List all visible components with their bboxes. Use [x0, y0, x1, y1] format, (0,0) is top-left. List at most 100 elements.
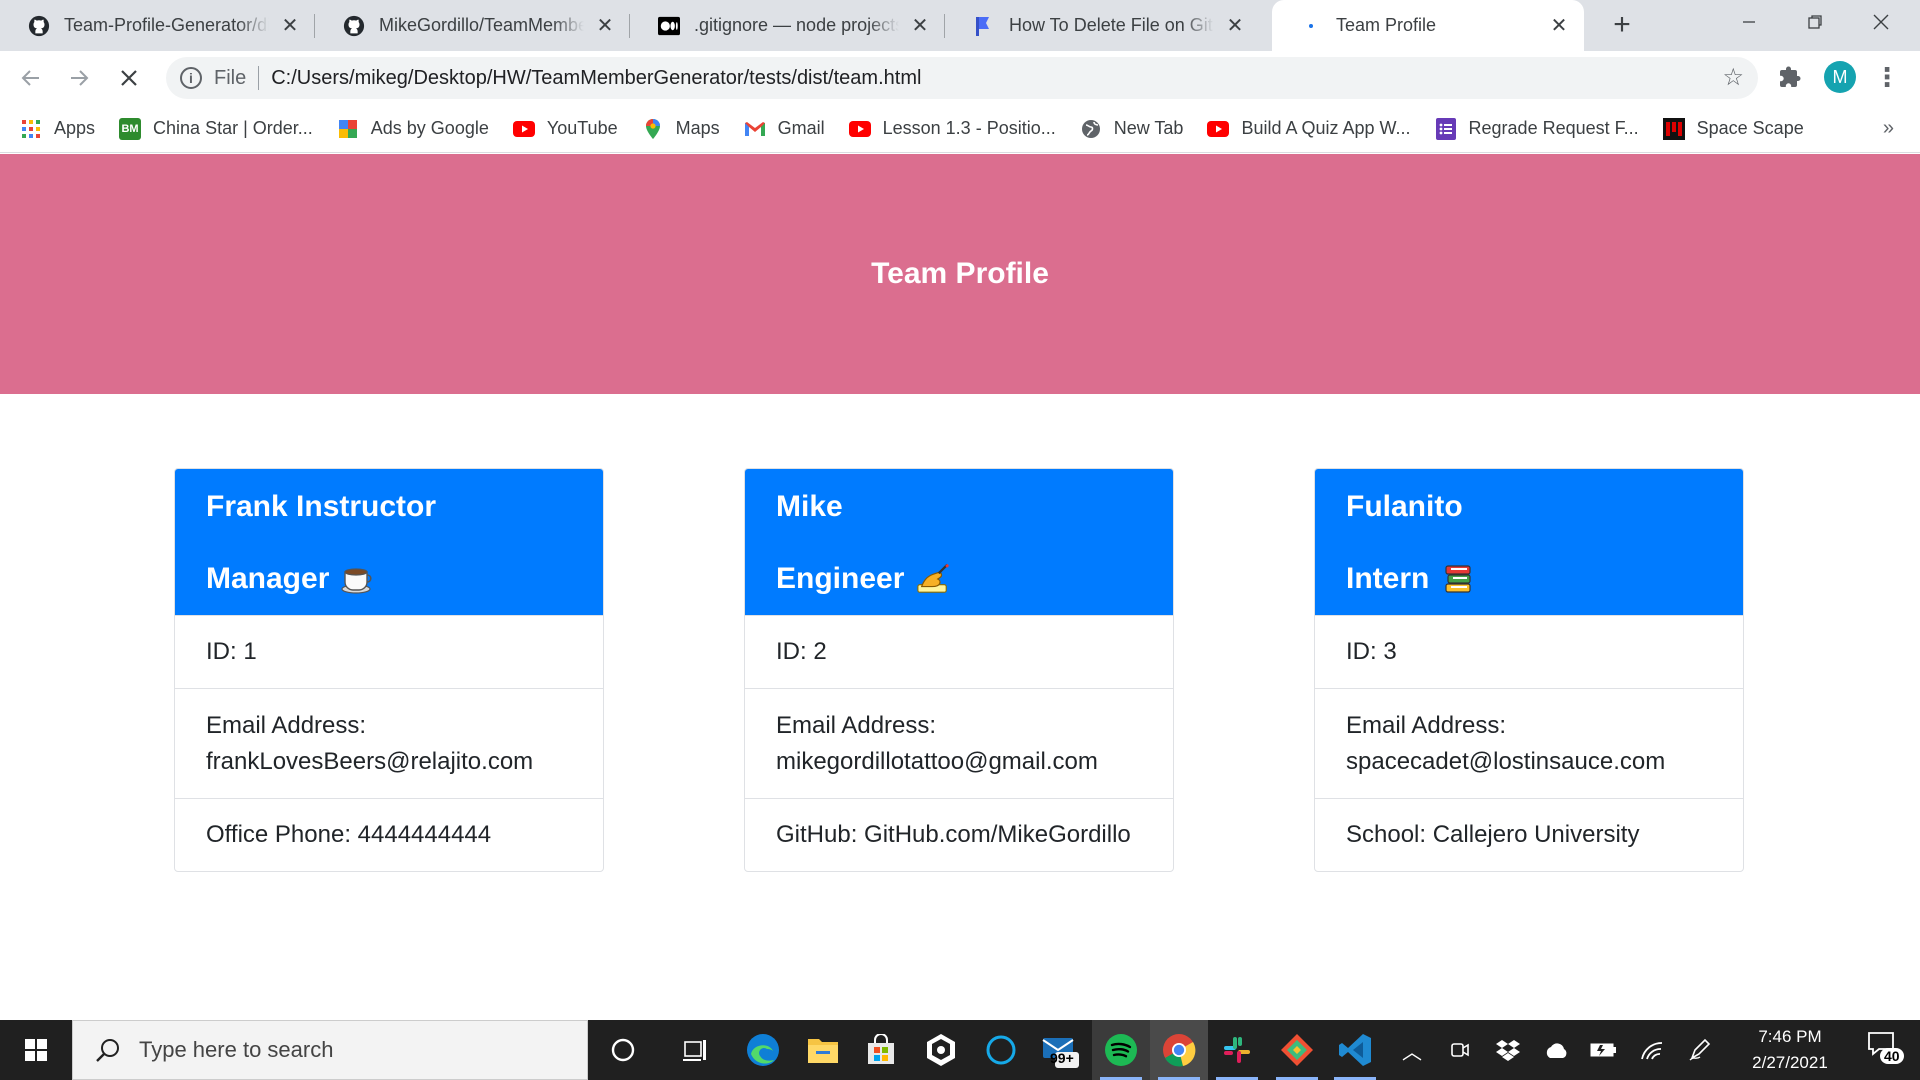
github-desktop-icon[interactable] — [912, 1020, 970, 1080]
employee-role: Intern — [1346, 559, 1712, 599]
omnibox-divider — [258, 66, 260, 90]
tab-strip: Team-Profile-Generator/dist ✕ MikeGordil… — [0, 0, 1920, 51]
email-value: frankLovesBeers@relajito.com — [206, 747, 534, 775]
extensions-puzzle-icon[interactable] — [1776, 65, 1804, 93]
apps-grid-icon — [20, 118, 42, 140]
school-text: School: Callejero University — [1346, 821, 1640, 848]
new-tab-button[interactable]: + — [1604, 8, 1640, 44]
microsoft-store-icon[interactable] — [852, 1020, 910, 1080]
loading-icon — [1300, 15, 1322, 37]
info-icon[interactable]: i — [180, 67, 202, 89]
cortana-circle-icon[interactable] — [594, 1020, 652, 1080]
employee-id: ID: 3 — [1315, 615, 1743, 688]
tab-2[interactable]: .gitignore — node projects ✕ — [630, 0, 945, 51]
chrome-icon[interactable] — [1150, 1020, 1208, 1080]
gitkraken-icon[interactable] — [1268, 1020, 1326, 1080]
start-button[interactable] — [0, 1020, 72, 1080]
close-tab-icon[interactable]: ✕ — [909, 13, 931, 38]
bookmark-ads-by-google[interactable]: Ads by Google — [337, 118, 489, 140]
close-tab-icon[interactable]: ✕ — [279, 13, 301, 38]
employee-email: Email Address: frankLovesBeers@relajito.… — [175, 688, 603, 798]
dropbox-icon[interactable] — [1486, 1020, 1530, 1080]
mail-icon[interactable]: 99+ — [1032, 1020, 1090, 1080]
bookmark-gmail[interactable]: Gmail — [744, 118, 825, 140]
google-ads-icon — [337, 118, 359, 140]
menu-kebab-icon[interactable]: ⋮ — [1874, 63, 1900, 93]
clock-date: 2/27/2021 — [1752, 1053, 1828, 1072]
spotify-icon[interactable] — [1092, 1020, 1150, 1080]
bookmark-star-icon[interactable]: ☆ — [1722, 63, 1744, 92]
employee-name: Fulanito — [1346, 490, 1463, 523]
battery-icon[interactable] — [1582, 1020, 1626, 1080]
action-center-icon[interactable]: 40 — [1866, 1030, 1906, 1070]
task-view-icon[interactable] — [666, 1020, 724, 1080]
tab-1[interactable]: MikeGordillo/TeamMember ✕ — [315, 0, 630, 51]
profile-avatar[interactable]: M — [1824, 61, 1856, 93]
employee-card-engineer: Mike Engineer ID: 2 Email Address: mikeg… — [744, 468, 1174, 872]
bookmark-space-scape[interactable]: Space Scape — [1662, 117, 1804, 140]
vscode-icon[interactable] — [1326, 1020, 1384, 1080]
minimize-button[interactable] — [1716, 0, 1782, 44]
url-text[interactable]: C:/Users/mikeg/Desktop/HW/TeamMemberGene… — [271, 67, 921, 90]
employee-name: Frank Instructor — [206, 490, 437, 523]
close-window-button[interactable] — [1848, 0, 1914, 44]
bookmark-new-tab[interactable]: New Tab — [1080, 118, 1183, 140]
taskbar-search-box[interactable]: Type here to search — [72, 1020, 588, 1080]
meet-now-icon[interactable] — [1438, 1020, 1482, 1080]
forms-icon — [1435, 117, 1457, 140]
youtube-icon — [848, 118, 871, 140]
windows-taskbar: Type here to search 99+ ︿ 7:46 PM 2/27/2… — [0, 1020, 1920, 1080]
file-explorer-icon[interactable] — [794, 1020, 852, 1080]
bookmark-china-star[interactable]: BM China Star | Order... — [119, 117, 313, 140]
back-button[interactable] — [14, 61, 48, 95]
card-header: Mike Engineer — [745, 469, 1173, 615]
employee-role: Engineer — [776, 559, 1142, 599]
bookmark-regrade[interactable]: Regrade Request F... — [1435, 117, 1639, 140]
wifi-icon[interactable] — [1630, 1020, 1674, 1080]
onedrive-cloud-icon[interactable] — [1534, 1020, 1578, 1080]
bookmark-quiz-app[interactable]: Build A Quiz App W... — [1207, 118, 1411, 140]
email-label: Email Address: — [1346, 711, 1507, 739]
show-hidden-icons-chevron-icon[interactable]: ︿ — [1390, 1020, 1434, 1080]
email-value: mikegordillotattoo@gmail.com — [776, 747, 1098, 775]
tab-3[interactable]: How To Delete File on Git – ✕ — [945, 0, 1260, 51]
restore-button[interactable] — [1782, 0, 1848, 44]
bookmarks-bar: Apps BM China Star | Order... Ads by Goo… — [0, 105, 1920, 153]
close-tab-icon[interactable]: ✕ — [594, 13, 616, 38]
page-viewport: Team Profile Frank Instructor Manager ID… — [0, 154, 1920, 1020]
address-bar[interactable]: i File C:/Users/mikeg/Desktop/HW/TeamMem… — [166, 57, 1758, 99]
cortana-ring-icon[interactable] — [972, 1020, 1030, 1080]
youtube-icon — [1207, 118, 1230, 140]
stop-loading-button[interactable] — [112, 61, 146, 95]
tab-0[interactable]: Team-Profile-Generator/dist ✕ — [0, 0, 315, 51]
bookmark-maps[interactable]: Maps — [642, 118, 720, 140]
forward-button[interactable] — [62, 61, 96, 95]
pen-workspace-icon[interactable] — [1678, 1020, 1722, 1080]
writing-hand-icon — [916, 562, 950, 596]
bookmarks-overflow-chevron-icon[interactable]: » — [1883, 117, 1894, 140]
page-header: Team Profile — [0, 154, 1920, 394]
gmail-icon — [744, 118, 766, 140]
url-scheme: File — [214, 66, 247, 89]
close-tab-icon[interactable]: ✕ — [1224, 13, 1246, 38]
id-text: ID: 2 — [776, 638, 827, 665]
bookmark-lesson[interactable]: Lesson 1.3 - Positio... — [848, 118, 1056, 140]
edge-icon[interactable] — [734, 1020, 792, 1080]
bookmark-label: Regrade Request F... — [1468, 118, 1639, 138]
tab-title: .gitignore — node projects — [694, 15, 899, 35]
close-tab-icon[interactable]: ✕ — [1548, 13, 1570, 38]
bookmark-label: Space Scape — [1696, 118, 1804, 138]
space-scape-icon — [1662, 117, 1685, 140]
employee-card-intern: Fulanito Intern ID: 3 Email Address: spa… — [1314, 468, 1744, 872]
bookmark-label: Build A Quiz App W... — [1241, 118, 1411, 138]
employee-email: Email Address: mikegordillotattoo@gmail.… — [745, 688, 1173, 798]
slack-icon[interactable] — [1208, 1020, 1266, 1080]
bookmark-apps[interactable]: Apps — [20, 118, 95, 140]
bookmark-flag-icon — [973, 15, 995, 37]
office-phone: Office Phone: 4444444444 — [175, 798, 603, 871]
employee-email: Email Address: spacecadet@lostinsauce.co… — [1315, 688, 1743, 798]
coffee-cup-icon — [341, 562, 375, 596]
bookmark-youtube[interactable]: YouTube — [512, 118, 618, 140]
taskbar-clock[interactable]: 7:46 PM 2/27/2021 — [1720, 1020, 1860, 1080]
tab-4-active[interactable]: Team Profile ✕ — [1272, 0, 1584, 51]
